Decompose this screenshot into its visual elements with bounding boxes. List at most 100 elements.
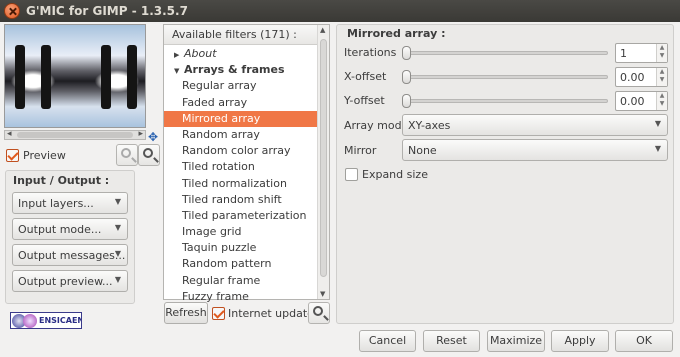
filter-list-scrollbar[interactable]: ▲ ▼ <box>317 25 329 299</box>
input-output-header: Input / Output : <box>13 174 110 187</box>
filter-label: Tiled rotation <box>182 160 255 174</box>
scroll-up-icon[interactable]: ▲ <box>320 26 325 34</box>
gmic-dialog-window: G'MIC for GIMP - 1.3.5.7 ◂ ▸ ✥ Preview I… <box>0 0 680 357</box>
input-output-group: Input / Output : Input layers... ▼ Output… <box>5 170 135 304</box>
preview-image[interactable] <box>4 24 146 128</box>
filter-label: Tiled random shift <box>182 192 282 206</box>
array-mode-select[interactable]: XY-axes ▼ <box>402 114 668 136</box>
iterations-spinbox[interactable]: 1 ▲ ▼ <box>615 43 668 63</box>
filter-item[interactable]: Tiled rotation <box>164 159 318 175</box>
spin-arrows-icon[interactable]: ▲ ▼ <box>656 44 667 62</box>
filter-category-about[interactable]: ▶ About <box>164 46 318 62</box>
zoom-out-button[interactable] <box>116 144 138 166</box>
slider-handle[interactable] <box>402 94 411 108</box>
expand-triangle-icon[interactable]: ▶ <box>174 47 184 63</box>
close-window-icon[interactable] <box>4 3 20 19</box>
mirror-value: None <box>408 144 437 157</box>
x-offset-label: X-offset <box>344 70 387 83</box>
chevron-down-icon: ▼ <box>114 275 121 284</box>
logo-text: ENSICAEN <box>39 316 82 325</box>
filter-label: Mirrored array <box>182 111 261 125</box>
scroll-right-icon[interactable]: ▸ <box>138 129 143 139</box>
filter-label: Regular array <box>182 79 257 93</box>
filter-label: Taquin puzzle <box>182 241 257 255</box>
output-messages-select[interactable]: Output messages... ▼ <box>12 244 128 266</box>
chevron-down-icon: ▼ <box>114 223 121 232</box>
filter-category-arrays-frames[interactable]: ▼ Arrays & frames <box>164 62 318 78</box>
preview-toggle[interactable]: Preview <box>6 148 66 162</box>
search-icon <box>313 306 323 316</box>
output-mode-select[interactable]: Output mode... ▼ <box>12 218 128 240</box>
filter-item[interactable]: Image grid <box>164 224 318 240</box>
internet-updates-checkbox[interactable] <box>212 306 225 320</box>
reset-button[interactable]: Reset <box>423 330 480 352</box>
chevron-down-icon: ▼ <box>654 144 661 153</box>
scrollbar-thumb[interactable] <box>320 39 327 277</box>
filter-label: Tiled normalization <box>182 176 287 190</box>
filter-list: ▶ About ▼ Arrays & frames Regular array Fa… <box>164 46 318 305</box>
iterations-label: Iterations <box>344 46 397 59</box>
cancel-button[interactable]: Cancel <box>359 330 416 352</box>
refresh-button[interactable]: Refresh <box>164 302 208 324</box>
filter-item[interactable]: Tiled normalization <box>164 176 318 192</box>
filter-item[interactable]: Regular frame <box>164 273 318 289</box>
maximize-button[interactable]: Maximize <box>487 330 545 352</box>
scrollbar-thumb[interactable] <box>17 132 133 138</box>
y-offset-spinbox[interactable]: 0.00 ▲ ▼ <box>615 91 668 111</box>
filter-label: Fuzzy frame <box>182 289 249 303</box>
filter-label: Random pattern <box>182 257 272 271</box>
input-layers-label: Input layers... <box>18 197 94 210</box>
filter-item[interactable]: Regular array <box>164 78 318 94</box>
filter-label: Tiled parameterization <box>182 208 307 222</box>
chevron-down-icon: ▼ <box>114 197 121 206</box>
slider-handle[interactable] <box>402 46 411 60</box>
spin-arrows-icon[interactable]: ▲ ▼ <box>656 92 667 110</box>
filter-item[interactable]: Tiled parameterization <box>164 208 318 224</box>
zoom-in-button[interactable] <box>138 144 160 166</box>
slider-handle[interactable] <box>402 70 411 84</box>
logo-disc-icon <box>23 314 37 328</box>
zoom-in-icon <box>143 148 153 158</box>
filter-item-selected[interactable]: Mirrored array <box>164 110 318 127</box>
filter-item[interactable]: Random array <box>164 127 318 143</box>
filter-label: Random color array <box>182 144 291 158</box>
x-offset-slider[interactable] <box>402 70 608 84</box>
spin-arrows-icon[interactable]: ▲ ▼ <box>656 68 667 86</box>
y-offset-slider[interactable] <box>402 94 608 108</box>
filter-item[interactable]: Random pattern <box>164 256 318 272</box>
filter-item[interactable]: Faded array <box>164 95 318 111</box>
preview-checkbox[interactable] <box>6 148 19 162</box>
output-preview-select[interactable]: Output preview... ▼ <box>12 270 128 292</box>
expand-size-toggle[interactable]: Expand size <box>345 167 428 181</box>
collapse-triangle-icon[interactable]: ▼ <box>174 63 184 79</box>
internet-updates-toggle[interactable]: Internet updates <box>212 306 320 320</box>
category-label: Arrays & frames <box>184 63 285 77</box>
filter-tree: Available filters (171) : ▶ About ▼ Arrays… <box>163 24 330 303</box>
filter-list-header: Available filters (171) : <box>164 25 318 45</box>
apply-button[interactable]: Apply <box>551 330 609 352</box>
ok-button[interactable]: OK <box>615 330 673 352</box>
filter-parameters-panel: Mirrored array : Iterations 1 ▲ ▼ X-offse… <box>336 24 674 324</box>
y-offset-label: Y-offset <box>344 94 385 107</box>
output-preview-label: Output preview... <box>18 275 113 288</box>
preview-horizontal-scrollbar[interactable]: ◂ ▸ <box>4 129 146 140</box>
array-mode-value: XY-axes <box>408 119 451 132</box>
chevron-down-icon: ▼ <box>114 249 121 258</box>
preview-figure-4 <box>127 45 137 109</box>
input-layers-select[interactable]: Input layers... ▼ <box>12 192 128 214</box>
iterations-slider[interactable] <box>402 46 608 60</box>
x-offset-spinbox[interactable]: 0.00 ▲ ▼ <box>615 67 668 87</box>
expand-size-checkbox[interactable] <box>345 167 358 181</box>
mirror-label: Mirror <box>344 144 377 157</box>
window-title: G'MIC for GIMP - 1.3.5.7 <box>26 4 188 18</box>
ensicaen-logo[interactable]: ENSICAEN <box>10 312 82 329</box>
zoom-out-icon <box>121 148 131 158</box>
scroll-left-icon[interactable]: ◂ <box>7 129 12 139</box>
move-preview-icon[interactable]: ✥ <box>148 130 158 144</box>
mirror-select[interactable]: None ▼ <box>402 139 668 161</box>
search-filters-button[interactable] <box>308 302 330 324</box>
filter-item[interactable]: Tiled random shift <box>164 192 318 208</box>
filter-item[interactable]: Taquin puzzle <box>164 240 318 256</box>
scroll-down-icon[interactable]: ▼ <box>320 290 325 298</box>
filter-item[interactable]: Random color array <box>164 143 318 159</box>
